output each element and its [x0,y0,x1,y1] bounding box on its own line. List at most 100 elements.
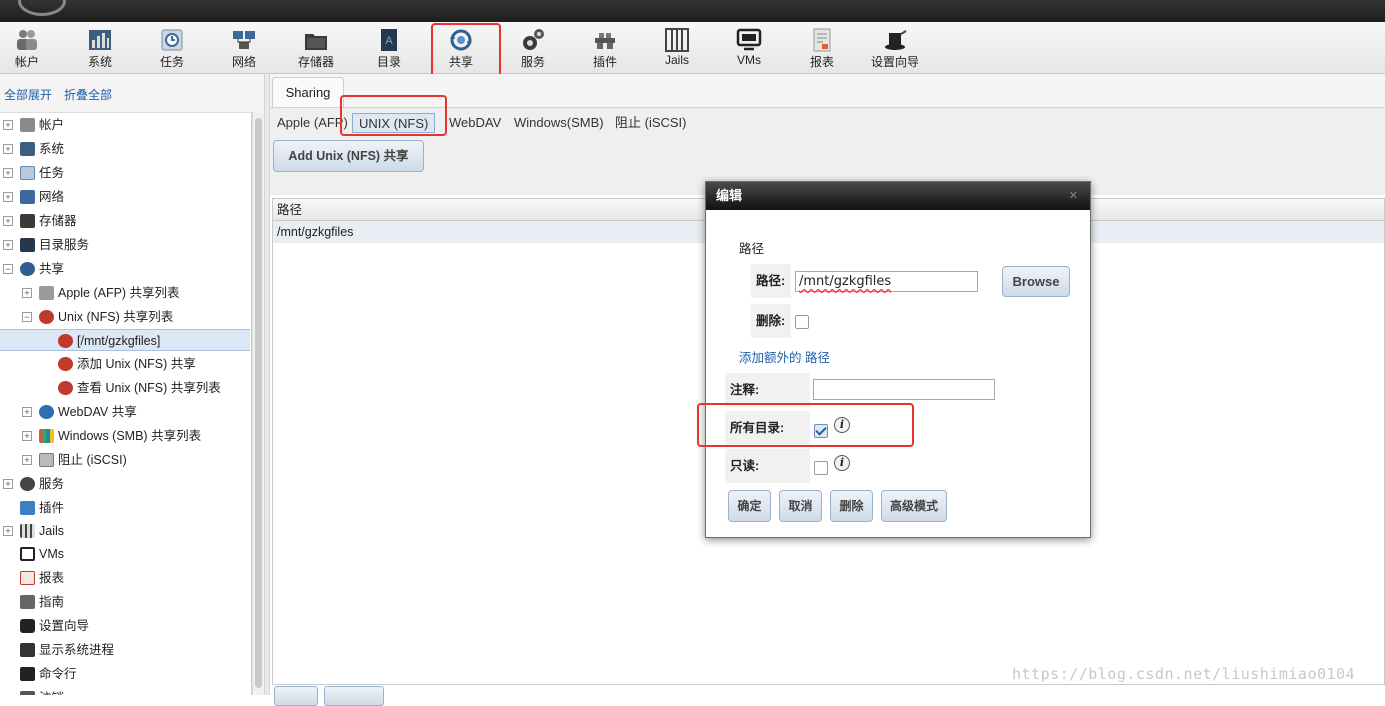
collapse-icon[interactable]: − [22,312,32,322]
toolbar-storage-button[interactable]: 存储器 [284,25,348,72]
tree-item-smb[interactable]: + Windows (SMB) 共享列表 [0,425,250,447]
toolbar-directory-button[interactable]: A 目录 [357,25,421,72]
toolbar-label: 帐户 [14,55,39,69]
wizard-icon [20,619,35,633]
expand-icon[interactable]: + [3,216,13,226]
expand-icon[interactable]: + [3,479,13,489]
table-edit-button[interactable] [274,686,318,706]
tree-label: 目录服务 [39,238,90,252]
all-dirs-field-label: 所有目录: [725,411,810,445]
users-icon [20,118,35,132]
tree-item-system[interactable]: + 系统 [0,138,250,160]
subtab-nfs[interactable]: UNIX (NFS) [352,113,436,133]
network-icon [233,31,255,49]
expand-all-link[interactable]: 全部展开 [4,86,52,103]
expand-icon[interactable]: + [3,168,13,178]
expand-icon[interactable]: + [3,144,13,154]
toolbar-system-button[interactable]: 系统 [68,25,132,72]
toolbar-accounts-button[interactable]: 帐户 [0,25,59,72]
all-dirs-checkbox[interactable] [814,424,828,438]
tree-item-iscsi[interactable]: + 阻止 (iSCSI) [0,449,250,471]
collapse-all-link[interactable]: 折叠全部 [64,86,112,103]
tree-item-view-nfs[interactable]: 查看 Unix (NFS) 共享列表 [0,377,250,399]
readonly-checkbox[interactable] [814,461,828,475]
path-input-value: /mnt/gzkgfiles [799,274,892,289]
tree-item-plugins[interactable]: 插件 [0,497,250,519]
expand-icon[interactable]: + [3,240,13,250]
toolbar-label: 系统 [87,55,112,69]
jails-icon [665,28,689,52]
expand-icon[interactable]: + [3,120,13,130]
tree-item-shell[interactable]: 命令行 [0,663,250,685]
info-icon[interactable]: i [834,417,850,433]
info-icon[interactable]: i [834,455,850,471]
expand-icon[interactable]: + [22,407,32,417]
toolbar-label: 设置向导 [870,55,919,69]
delete-button[interactable]: 删除 [830,490,873,522]
tree-item-nfs[interactable]: − Unix (NFS) 共享列表 [0,306,250,328]
toolbar-sharing-button[interactable]: 共享 [429,25,493,72]
tree-item-guide[interactable]: 指南 [0,591,250,613]
cancel-button[interactable]: 取消 [779,490,822,522]
browse-button[interactable]: Browse [1002,266,1070,297]
tasks-icon [20,166,35,180]
tree-item-storage[interactable]: + 存储器 [0,210,250,232]
ok-button[interactable]: 确定 [728,490,771,522]
collapse-icon[interactable]: − [3,264,13,274]
tree-item-jails[interactable]: + Jails [0,520,250,542]
scrollbar-thumb[interactable] [255,118,262,688]
sidebar-scrollbar[interactable] [252,112,264,695]
toolbar-reports-button[interactable]: 报表 [790,25,854,72]
toolbar-network-button[interactable]: 网络 [212,25,276,72]
expand-icon[interactable]: + [22,455,32,465]
tree-item-vms[interactable]: VMs [0,543,250,565]
tree-item-afp[interactable]: + Apple (AFP) 共享列表 [0,282,250,304]
tree-item-processes[interactable]: 显示系统进程 [0,639,250,661]
expand-icon[interactable]: + [3,192,13,202]
tree-item-webdav[interactable]: + WebDAV 共享 [0,401,250,423]
toolbar-tasks-button[interactable]: 任务 [140,25,204,72]
tree-item-add-nfs[interactable]: 添加 Unix (NFS) 共享 [0,353,250,375]
top-header-bar [0,0,1385,22]
add-nfs-share-button[interactable]: Add Unix (NFS) 共享 [273,140,424,172]
subtab-smb[interactable]: Windows(SMB) [514,113,604,133]
tree-item-reports[interactable]: 报表 [0,567,250,589]
expand-icon[interactable]: + [22,431,32,441]
tree-item-nfs-share-selected[interactable]: [/mnt/gzkgfiles] [0,329,250,351]
tree-item-wizard[interactable]: 设置向导 [0,615,250,637]
plugins-icon [20,501,35,515]
tree-item-sharing[interactable]: − 共享 [0,258,250,280]
tree-item-accounts[interactable]: + 帐户 [0,114,250,136]
tree-item-tasks[interactable]: + 任务 [0,162,250,184]
directory-icon: A [381,29,397,51]
add-extra-path-link[interactable]: 添加额外的 路径 [739,347,830,366]
path-input[interactable]: /mnt/gzkgfiles [795,271,978,292]
edit-dialog: 编辑 ✕ 路径 路径: /mnt/gzkgfiles Browse 删除: 添加… [705,181,1091,538]
subtab-afp[interactable]: Apple (AFP) [277,113,348,133]
table-delete-button[interactable] [324,686,384,706]
comment-input[interactable] [813,379,995,400]
subtab-webdav[interactable]: WebDAV [449,113,501,133]
expand-icon[interactable]: + [22,288,32,298]
toolbar-plugins-button[interactable]: 插件 [573,25,637,72]
toolbar-jails-button[interactable]: Jails [645,25,709,72]
tree-item-network[interactable]: + 网络 [0,186,250,208]
windows-icon [39,429,54,443]
main-tabstrip: Sharing [270,74,1385,107]
subtab-iscsi[interactable]: 阻止 (iSCSI) [615,113,687,133]
tree-label: 帐户 [39,118,65,132]
close-icon[interactable]: ✕ [1069,189,1078,202]
nfs-daemon-icon [58,334,73,348]
tab-sharing[interactable]: Sharing [272,77,344,107]
expand-icon[interactable]: + [3,526,13,536]
delete-checkbox[interactable] [795,315,809,329]
tree-item-directory[interactable]: + 目录服务 [0,234,250,256]
toolbar-wizard-button[interactable]: 设置向导 [862,25,928,72]
tree-item-logout[interactable]: 注销 [0,687,250,695]
toolbar-services-button[interactable]: 服务 [501,25,565,72]
toolbar-vms-button[interactable]: VMs [717,25,781,72]
tree-label: 显示系统进程 [39,643,115,657]
advanced-mode-button[interactable]: 高级模式 [881,490,947,522]
tree-item-services[interactable]: + 服务 [0,473,250,495]
sidebar-tree: + 帐户 + 系统 + 任务 + 网络 + 存储器 + 目录服务 − 共享 + Apple (A… [0,112,252,695]
